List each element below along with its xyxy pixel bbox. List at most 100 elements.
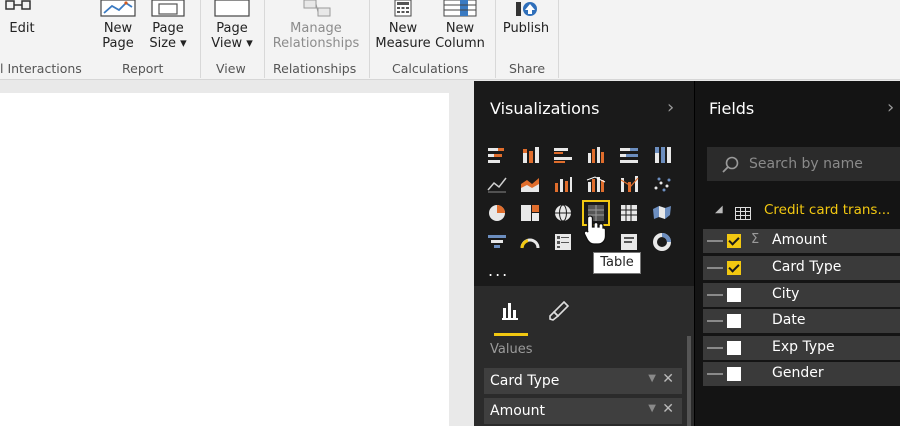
well-item-label: Amount (490, 403, 546, 419)
visualizations-title: Visualizations (490, 99, 600, 118)
edit-interactions-button[interactable]: Edit (0, 0, 44, 36)
drag-grip-icon[interactable] (707, 320, 723, 322)
field-row-amount[interactable]: Σ Amount (703, 229, 900, 253)
stacked-column-chart-icon[interactable] (519, 145, 541, 165)
drag-grip-icon[interactable] (707, 240, 723, 242)
area-chart-icon[interactable] (519, 174, 541, 194)
donut-chart-icon[interactable] (651, 232, 673, 252)
collapse-chevron-icon[interactable]: › (667, 97, 674, 118)
well-item-card-type[interactable]: Card Type ▼ ✕ (484, 368, 682, 394)
manage-relationships-label-2: Relationships (272, 36, 360, 51)
drag-grip-icon[interactable] (707, 347, 723, 349)
page-view-icon (208, 0, 256, 18)
line-chart-icon[interactable] (486, 174, 508, 194)
pie-chart-icon[interactable] (486, 203, 508, 223)
publish-label: Publish (502, 21, 550, 36)
100-stacked-column-chart-icon[interactable] (651, 145, 673, 165)
values-well-label: Values (490, 342, 533, 357)
field-checkbox[interactable] (727, 314, 741, 328)
matrix-icon[interactable] (618, 203, 640, 223)
drag-grip-icon[interactable] (707, 373, 723, 375)
collapse-chevron-icon[interactable]: › (887, 97, 894, 118)
scatter-chart-icon[interactable] (651, 174, 673, 194)
fields-search-box[interactable]: Search by name (707, 147, 900, 181)
field-checkbox-checked[interactable] (727, 261, 741, 275)
page-size-button[interactable]: Page Size ▾ (147, 0, 189, 51)
new-page-icon (95, 0, 141, 18)
table-tooltip: Table (593, 252, 641, 274)
edit-interactions-icon (0, 0, 44, 18)
funnel-chart-icon[interactable] (486, 232, 508, 252)
field-row-city[interactable]: City (703, 283, 900, 307)
new-measure-label-1: New (388, 21, 418, 36)
page-view-label-1: Page (216, 21, 248, 36)
field-checkbox[interactable] (727, 341, 741, 355)
visualizations-pane: Visualizations › ... Values Card Type ▼ … (474, 81, 694, 426)
line-and-stacked-column-icon[interactable] (552, 174, 574, 194)
table-credit-card-transactions[interactable]: ◢ Credit card trans... (711, 201, 900, 223)
well-item-amount[interactable]: Amount ▼ ✕ (484, 398, 682, 424)
publish-button[interactable]: Publish (500, 0, 552, 36)
fields-pane: Fields › Search by name ◢ Credit card tr… (694, 81, 900, 426)
field-row-card-type[interactable]: Card Type (703, 256, 900, 280)
search-placeholder: Search by name (749, 156, 863, 172)
more-visuals-ellipsis[interactable]: ... (488, 261, 509, 280)
multi-row-card-icon[interactable] (552, 232, 574, 252)
field-name: City (772, 286, 800, 302)
report-page[interactable] (0, 93, 449, 426)
field-name: Amount (772, 232, 828, 248)
expand-caret-icon[interactable]: ◢ (715, 204, 723, 215)
page-size-label-1: Page (152, 21, 184, 36)
new-page-label-2: Page (102, 36, 134, 51)
page-view-label-2: View ▾ (211, 36, 253, 51)
report-canvas-area (0, 81, 474, 426)
drag-grip-icon[interactable] (707, 294, 723, 296)
new-column-icon (434, 0, 486, 18)
manage-relationships-button[interactable]: Manage Relationships (270, 0, 362, 51)
group-label-report: Report (122, 61, 164, 76)
stacked-bar-chart-icon[interactable] (486, 145, 508, 165)
new-page-label-1: New (103, 21, 133, 36)
group-label-interactions: l Interactions (0, 61, 82, 76)
group-label-relationships: Relationships (273, 61, 357, 76)
field-row-date[interactable]: Date (703, 309, 900, 333)
wells-scrollbar[interactable] (687, 336, 691, 426)
gauge-icon[interactable] (519, 232, 541, 252)
100-stacked-bar-chart-icon[interactable] (618, 145, 640, 165)
fields-tab-icon[interactable] (494, 298, 528, 336)
field-row-gender[interactable]: Gender (703, 362, 900, 386)
page-view-button[interactable]: Page View ▾ (208, 0, 256, 51)
group-separator (558, 0, 559, 78)
fields-title: Fields (709, 99, 755, 118)
field-row-exp-type[interactable]: Exp Type (703, 336, 900, 360)
new-page-button[interactable]: New Page (95, 0, 141, 51)
chevron-down-icon[interactable]: ▼ (648, 373, 656, 384)
new-column-button[interactable]: New Column (434, 0, 486, 51)
field-checkbox[interactable] (727, 288, 741, 302)
treemap-icon[interactable] (519, 203, 541, 223)
sigma-icon: Σ (751, 232, 760, 247)
clustered-column-chart-icon[interactable] (585, 145, 607, 165)
map-globe-icon[interactable] (552, 203, 574, 223)
remove-field-icon[interactable]: ✕ (662, 401, 674, 417)
field-checkbox-checked[interactable] (727, 234, 741, 248)
new-measure-button[interactable]: New Measure (375, 0, 431, 51)
visualization-tabstrip (474, 286, 694, 336)
chevron-down-icon[interactable]: ▼ (648, 403, 656, 414)
edit-label: Edit (9, 21, 35, 36)
format-paintbrush-icon[interactable] (546, 298, 572, 324)
clustered-bar-chart-icon[interactable] (552, 145, 574, 165)
drag-grip-icon[interactable] (707, 267, 723, 269)
group-separator (200, 0, 201, 78)
new-measure-icon (375, 0, 431, 18)
field-wells: Values Card Type ▼ ✕ Amount ▼ ✕ (474, 336, 694, 426)
page-size-label-2: Size ▾ (149, 36, 187, 51)
hand-cursor-icon (582, 214, 608, 250)
filled-map-icon[interactable] (651, 203, 673, 223)
remove-field-icon[interactable]: ✕ (662, 371, 674, 387)
line-and-clustered-column-icon[interactable] (585, 174, 607, 194)
field-checkbox[interactable] (727, 367, 741, 381)
group-label-view: View (216, 61, 246, 76)
card-icon[interactable] (618, 232, 640, 252)
ribbon-chart-icon[interactable] (618, 174, 640, 194)
